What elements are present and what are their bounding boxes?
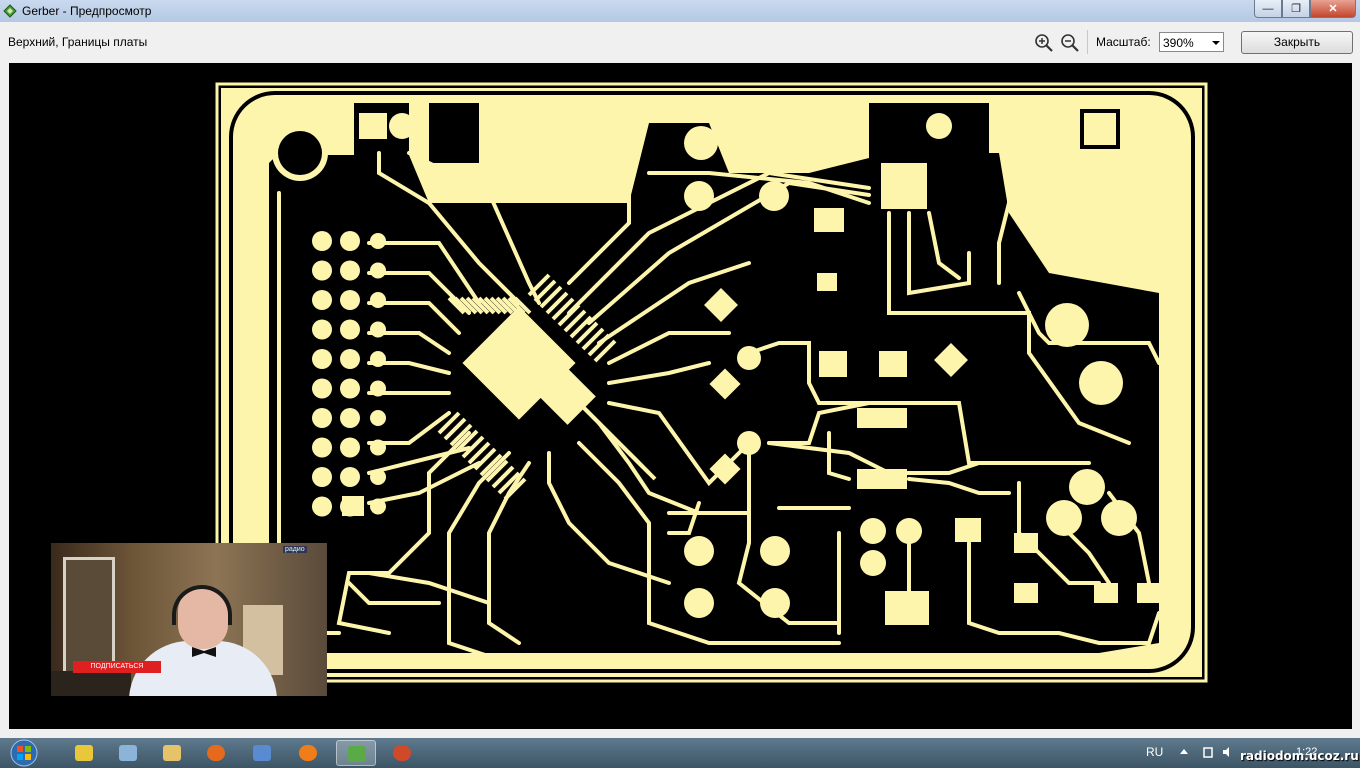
header-pad: [340, 467, 360, 487]
chevron-down-icon: [1212, 41, 1220, 45]
scale-value: 390%: [1163, 36, 1194, 50]
minimize-icon: —: [1262, 2, 1274, 15]
toolbar-separator: [1087, 30, 1088, 54]
start-icon[interactable]: [4, 738, 44, 768]
taskbar-item-folder[interactable]: [152, 740, 192, 766]
zoom-out-icon[interactable]: [1060, 33, 1080, 53]
close-window-button[interactable]: ✕: [1310, 0, 1356, 18]
minimize-button[interactable]: —: [1254, 0, 1282, 18]
window-controls: — ❐ ✕: [1254, 0, 1356, 18]
volume-icon[interactable]: [1222, 746, 1234, 758]
taskbar-item-paint[interactable]: [64, 740, 104, 766]
gerber-app-icon: [3, 4, 17, 18]
webcam-overlay: радио ПОДПИСАТЬСЯ: [51, 543, 327, 696]
firefox-icon: [207, 745, 225, 761]
settings-icon: [393, 745, 411, 761]
taskbar: RU 1:22: [0, 738, 1360, 768]
header-pad: [312, 408, 332, 428]
vlc-icon: [299, 745, 317, 761]
taskbar-item-firefox[interactable]: [196, 740, 236, 766]
window-title: Gerber - Предпросмотр: [22, 4, 152, 18]
computer-icon: [119, 745, 137, 761]
subscribe-button[interactable]: ПОДПИСАТЬСЯ: [73, 661, 161, 673]
header-pad: [312, 290, 332, 310]
webcam-tag: радио: [283, 546, 307, 553]
header-pad: [340, 290, 360, 310]
maximize-icon: ❐: [1291, 3, 1301, 15]
header-pad: [312, 319, 332, 340]
header-pad: [370, 410, 386, 426]
header-pad: [370, 321, 386, 338]
close-button[interactable]: Закрыть: [1241, 31, 1353, 54]
layer-label: Верхний, Границы платы: [8, 35, 148, 49]
scale-label: Масштаб:: [1096, 35, 1151, 49]
taskbar-item-vlc[interactable]: [288, 740, 328, 766]
app-icon: [253, 745, 271, 761]
header-pad: [340, 319, 360, 340]
watermark: radiodom.ucoz.ru: [1240, 749, 1359, 763]
taskbar-item-gerber[interactable]: [336, 740, 376, 766]
gerber-icon: [348, 746, 366, 762]
header-pad: [370, 262, 386, 279]
header-pad: [312, 437, 332, 458]
header-pad: [312, 496, 332, 517]
header-pad: [340, 349, 360, 369]
toolbar: Верхний, Границы платы Масштаб: 390% Зак…: [0, 22, 1360, 62]
header-pad: [312, 349, 332, 369]
paint-icon: [75, 745, 93, 761]
tray-arrow-icon[interactable]: [1178, 746, 1190, 758]
header-pad: [340, 231, 360, 251]
webcam-background-rug: [51, 671, 131, 696]
scale-select[interactable]: 390%: [1159, 32, 1224, 52]
zoom-in-icon[interactable]: [1034, 33, 1054, 53]
header-pad: [340, 260, 360, 281]
header-pad: [340, 437, 360, 458]
header-pad: [340, 408, 360, 428]
power-icon[interactable]: [1202, 746, 1214, 758]
header-pad: [312, 231, 332, 251]
headset-icon: [172, 585, 232, 625]
header-pad: [312, 260, 332, 281]
language-indicator[interactable]: RU: [1146, 745, 1163, 759]
header-pad: [340, 378, 360, 399]
taskbar-item-computer[interactable]: [108, 740, 148, 766]
title-bar[interactable]: Gerber - Предпросмотр — ❐ ✕: [0, 0, 1360, 22]
taskbar-item-app[interactable]: [242, 740, 282, 766]
folder-icon: [163, 745, 181, 761]
header-pad: [370, 292, 386, 308]
close-icon: ✕: [1328, 3, 1338, 15]
header-pad: [312, 467, 332, 487]
maximize-button[interactable]: ❐: [1282, 0, 1310, 18]
header-pad: [312, 378, 332, 399]
taskbar-item-settings[interactable]: [382, 740, 422, 766]
